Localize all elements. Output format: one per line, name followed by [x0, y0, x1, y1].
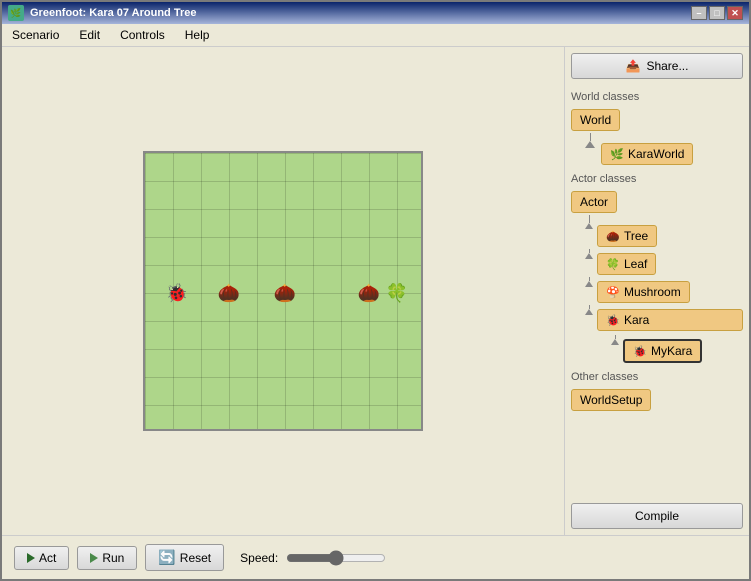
app-icon-symbol: 🌿 — [10, 8, 21, 19]
other-classes-section: WorldSetup — [571, 389, 743, 411]
world-canvas-wrapper: 🐞 🌰 🌰 🌰 🍀 — [10, 55, 556, 527]
maximize-button[interactable]: □ — [709, 6, 725, 20]
close-button[interactable]: ✕ — [727, 6, 743, 20]
tree-sprite-1[interactable]: 🌰 — [217, 281, 241, 305]
compile-label: Compile — [635, 509, 679, 523]
compile-button[interactable]: Compile — [571, 503, 743, 529]
kara-world-class-box[interactable]: 🌿 KaraWorld — [601, 143, 693, 165]
actor-class-node: Actor — [571, 191, 743, 213]
reset-button[interactable]: 🔄 Reset — [145, 544, 224, 571]
kara-world-icon: 🌿 — [610, 147, 624, 161]
world-canvas[interactable]: 🐞 🌰 🌰 🌰 🍀 — [143, 151, 423, 431]
share-label: Share... — [646, 59, 688, 73]
act-play-icon — [27, 553, 35, 563]
act-button[interactable]: Act — [14, 546, 69, 570]
leaf-class-label: Leaf — [624, 257, 647, 271]
mushroom-class-label: Mushroom — [624, 285, 681, 299]
tree-sprite-2[interactable]: 🌰 — [273, 281, 297, 305]
kara-class-label: Kara — [624, 313, 649, 327]
actor-classes-section: Actor 🌰 Tree — [571, 191, 743, 363]
actor-classes-label: Actor classes — [571, 173, 743, 185]
world-class-box[interactable]: World — [571, 109, 620, 131]
kara-sprite[interactable]: 🐞 — [165, 281, 189, 305]
kara-class-box[interactable]: 🐞 Kara — [597, 309, 743, 331]
actor-class-box[interactable]: Actor — [571, 191, 617, 213]
share-icon: 📤 — [626, 59, 641, 73]
leaf-class-icon: 🍀 — [606, 257, 620, 271]
title-bar: 🌿 Greenfoot: Kara 07 Around Tree – □ ✕ — [2, 2, 749, 24]
bottom-controls: Act Run 🔄 Reset Speed: — [2, 535, 749, 579]
other-classes-label: Other classes — [571, 371, 743, 383]
tree-sprite-3[interactable]: 🌰 — [357, 281, 381, 305]
reset-label: Reset — [180, 551, 211, 565]
minimize-button[interactable]: – — [691, 6, 707, 20]
share-button[interactable]: 📤 Share... — [571, 53, 743, 79]
kara-world-class-node: 🌿 KaraWorld — [601, 143, 693, 165]
menu-bar: Scenario Edit Controls Help — [2, 24, 749, 47]
leaf-class-box[interactable]: 🍀 Leaf — [597, 253, 656, 275]
world-setup-class-node: WorldSetup — [571, 389, 743, 411]
mykara-class-label: MyKara — [651, 344, 692, 358]
menu-edit[interactable]: Edit — [73, 26, 106, 44]
run-button[interactable]: Run — [77, 546, 137, 570]
window-controls: – □ ✕ — [691, 6, 743, 20]
menu-controls[interactable]: Controls — [114, 26, 171, 44]
world-setup-class-label: WorldSetup — [580, 393, 642, 407]
act-label: Act — [39, 551, 56, 565]
window-title: Greenfoot: Kara 07 Around Tree — [30, 7, 691, 19]
reset-icon: 🔄 — [158, 549, 175, 566]
menu-scenario[interactable]: Scenario — [6, 26, 65, 44]
kara-world-class-label: KaraWorld — [628, 147, 684, 161]
run-play-icon — [90, 553, 98, 563]
world-class-node: World — [571, 109, 743, 131]
mykara-class-icon: 🐞 — [633, 344, 647, 358]
speed-slider[interactable] — [286, 550, 386, 566]
tree-class-label: Tree — [624, 229, 648, 243]
world-setup-class-box[interactable]: WorldSetup — [571, 389, 651, 411]
actor-class-label: Actor — [580, 195, 608, 209]
world-class-label: World — [580, 113, 611, 127]
world-classes-label: World classes — [571, 91, 743, 103]
kara-class-icon: 🐞 — [606, 313, 620, 327]
mykara-class-box[interactable]: 🐞 MyKara — [623, 339, 702, 363]
mushroom-class-box[interactable]: 🍄 Mushroom — [597, 281, 690, 303]
menu-help[interactable]: Help — [179, 26, 216, 44]
world-classes-section: World 🌿 KaraWorld — [571, 109, 743, 165]
speed-label: Speed: — [240, 551, 278, 565]
clover-sprite[interactable]: 🍀 — [385, 281, 409, 305]
run-label: Run — [102, 551, 124, 565]
left-panel: 🐞 🌰 🌰 🌰 🍀 — [2, 47, 564, 535]
main-content: 🐞 🌰 🌰 🌰 🍀 📤 Share... World classes — [2, 47, 749, 535]
main-window: 🌿 Greenfoot: Kara 07 Around Tree – □ ✕ S… — [0, 0, 751, 581]
mushroom-class-icon: 🍄 — [606, 285, 620, 299]
right-panel: 📤 Share... World classes World — [564, 47, 749, 535]
tree-class-box[interactable]: 🌰 Tree — [597, 225, 657, 247]
app-icon: 🌿 — [8, 5, 24, 21]
tree-class-icon: 🌰 — [606, 229, 620, 243]
